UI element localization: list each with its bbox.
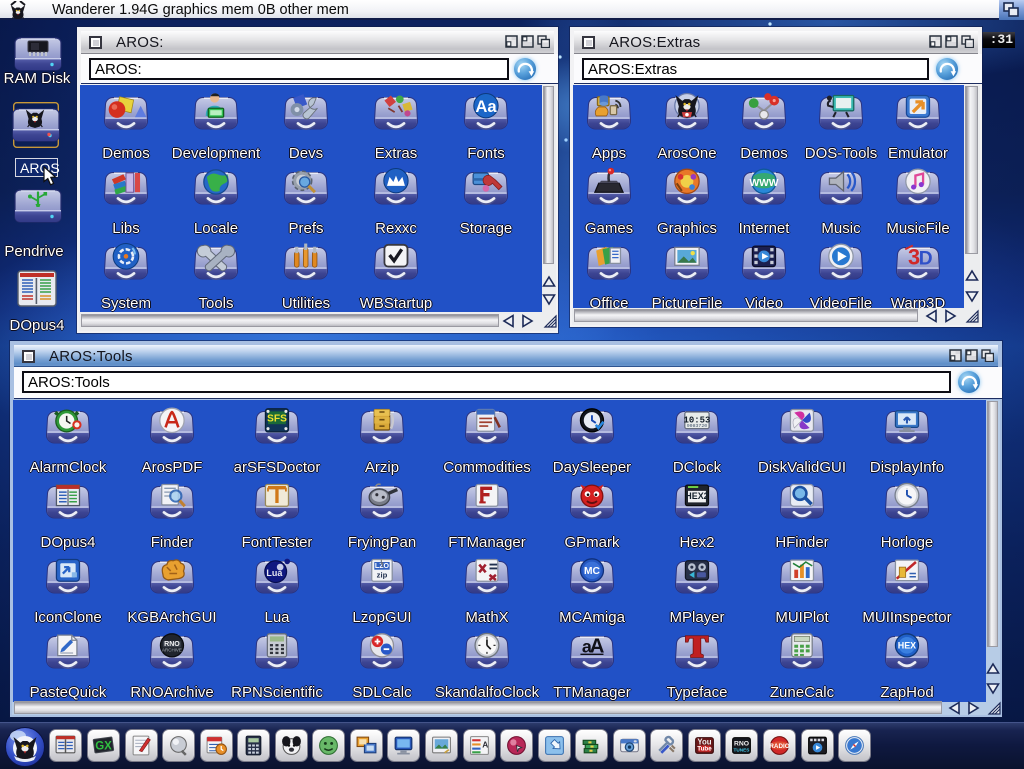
- svg-text:RADIO: RADIO: [769, 743, 789, 750]
- svg-text:D: D: [919, 249, 933, 270]
- svg-text:HEX: HEX: [898, 641, 916, 651]
- svg-text:MC: MC: [584, 566, 601, 577]
- svg-text:Lua: Lua: [266, 568, 283, 578]
- svg-text:A: A: [482, 740, 488, 750]
- svg-text:GX: GX: [95, 741, 112, 753]
- svg-text:9083720: 9083720: [687, 423, 707, 429]
- svg-text:HEX2: HEX2: [685, 491, 708, 501]
- svg-text:TUNES: TUNES: [734, 747, 750, 752]
- svg-text:SFS: SFS: [267, 414, 287, 425]
- svg-text:zip: zip: [377, 570, 388, 579]
- svg-text:ARCHIVE: ARCHIVE: [162, 648, 182, 653]
- svg-text:Tube: Tube: [697, 746, 712, 753]
- svg-text:WWW: WWW: [749, 178, 778, 189]
- svg-text:Aa: Aa: [475, 97, 497, 116]
